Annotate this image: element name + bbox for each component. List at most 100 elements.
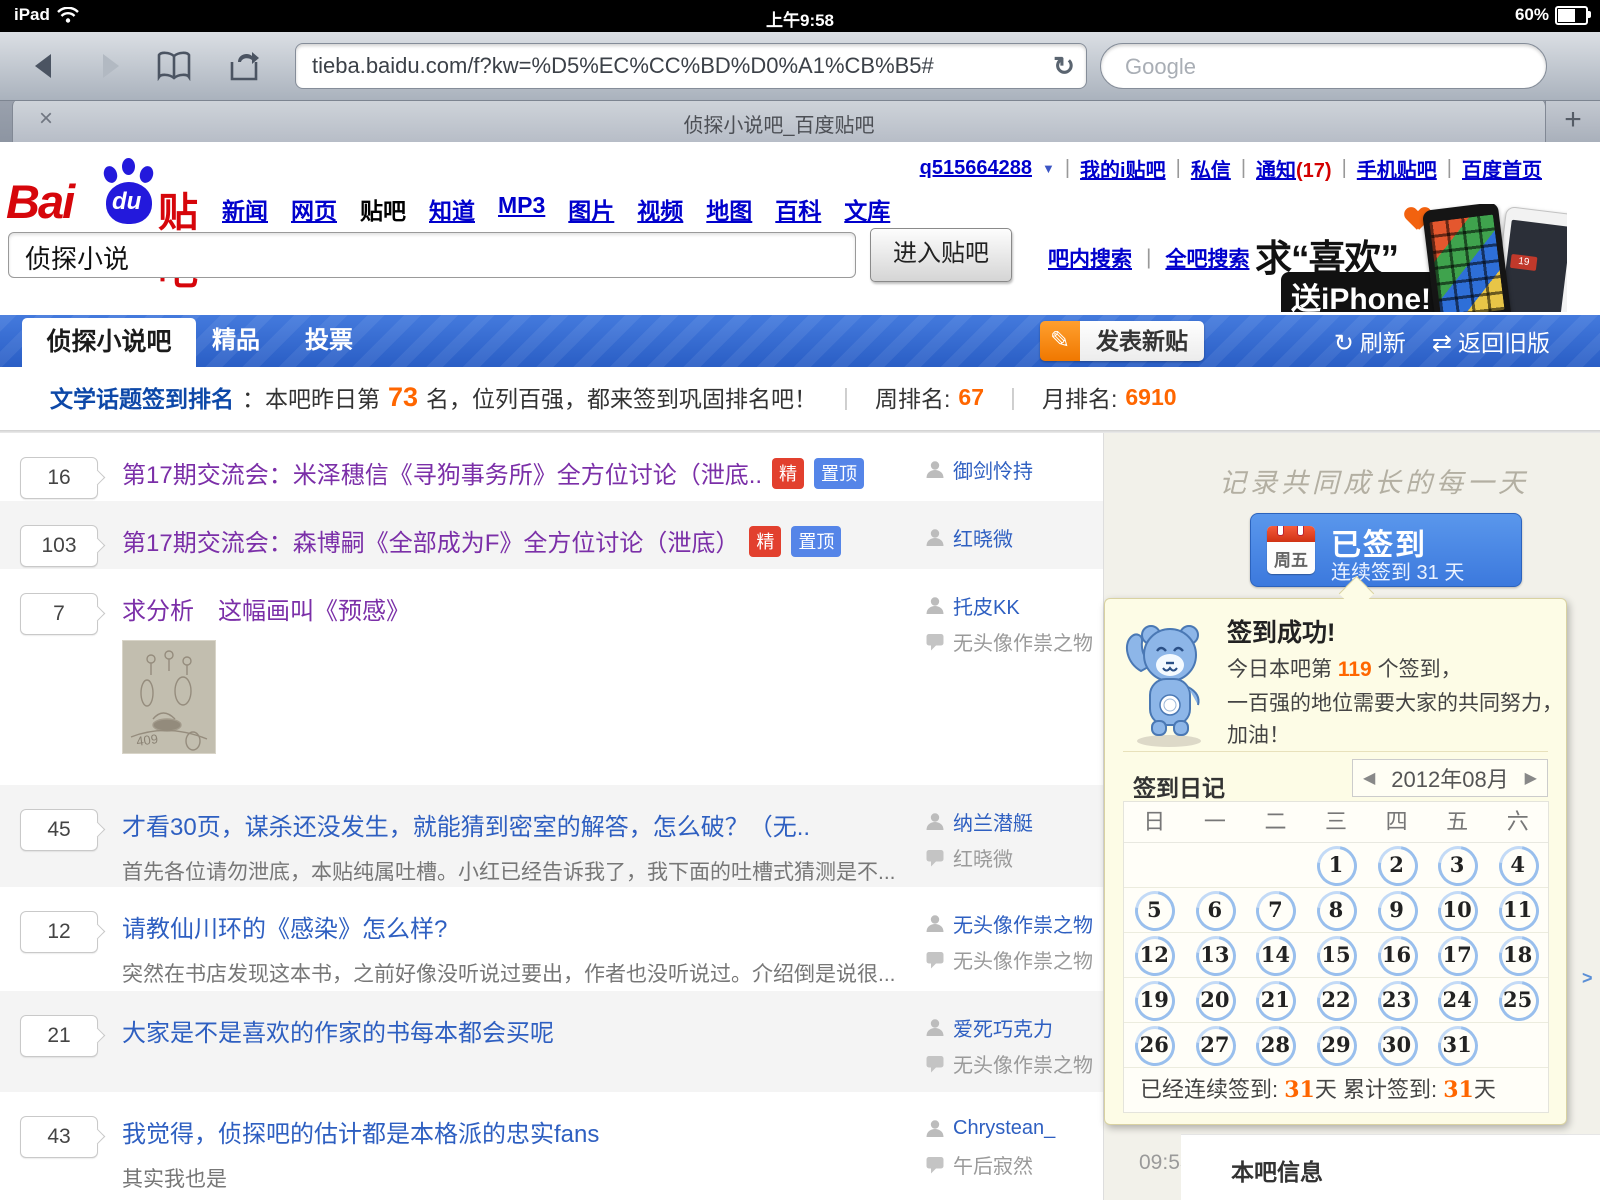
bookmarks-icon[interactable] (152, 46, 196, 86)
messages-link[interactable]: 私信 (1191, 154, 1231, 183)
pencil-icon: ✎ (1040, 321, 1080, 361)
back-button[interactable] (22, 46, 66, 86)
mobile-tieba-link[interactable]: 手机贴吧 (1357, 154, 1437, 183)
thread-author-link[interactable]: 纳兰潜艇 (953, 807, 1033, 836)
thread-author-link[interactable]: 托皮KK (953, 591, 1020, 620)
person-icon (925, 913, 945, 933)
reply-bubble-icon (925, 847, 945, 867)
thread-title-link[interactable]: 求分析 这幅画叫《预感》 (122, 598, 410, 625)
thread-author-link[interactable]: 无头像作祟之物 (953, 909, 1093, 938)
nav-link-3[interactable]: 知道 (429, 192, 475, 226)
calendar-day: 31 (1426, 1018, 1488, 1074)
thread-author-link[interactable]: Chrystean_ (953, 1117, 1055, 1140)
thread-row: 7 求分析 这幅画叫《预感》 409 托皮KK 无头像作祟之物 (0, 569, 1103, 785)
thread-title-link[interactable]: 第17期交流会：森博嗣《全部成为F》全方位讨论（泄底） (122, 530, 739, 557)
bear-mascot (1125, 625, 1201, 747)
next-month-button[interactable]: ▶ (1525, 768, 1537, 788)
signin-slogan: 记录共同成长的每一天 (1219, 468, 1529, 498)
month-rank: 6910 (1125, 383, 1177, 410)
tab-forum-home[interactable]: 侦探小说吧 (22, 318, 196, 367)
reply-count-bubble[interactable]: 45 (20, 809, 106, 851)
prev-month-button[interactable]: ◀ (1363, 768, 1375, 788)
reply-count-bubble[interactable]: 103 (20, 525, 106, 567)
current-month: 2012年08月 (1391, 767, 1509, 792)
username-link[interactable]: q515664288 (920, 157, 1032, 180)
nav-link-9[interactable]: 文库 (844, 192, 890, 226)
search-in-forum-link[interactable]: 吧内搜索 (1048, 243, 1132, 273)
ranking-link[interactable]: 文学话题签到排名 (50, 380, 234, 414)
calendar-day: 5 (1124, 883, 1185, 939)
reply-count: 43 (47, 1125, 71, 1148)
thread-author-link[interactable]: 御剑怜持 (953, 455, 1033, 484)
calendar-empty-cell (1124, 843, 1185, 888)
new-post-button[interactable]: ✎ 发表新贴 (1040, 321, 1204, 361)
tieba-search-box (8, 232, 856, 278)
tab-featured[interactable]: 精品 (212, 315, 260, 367)
nav-link-5[interactable]: 图片 (568, 192, 614, 226)
thread-thumbnail[interactable]: 409 (122, 640, 216, 754)
my-tieba-link[interactable]: 我的i贴吧 (1080, 154, 1166, 183)
weekday-header: 六 (1487, 802, 1549, 843)
share-icon[interactable] (222, 46, 266, 86)
calendar-day: 19 (1124, 973, 1185, 1029)
google-search-input[interactable] (1123, 53, 1507, 81)
tab-title: 侦探小说吧_百度贴吧 (683, 115, 875, 137)
calendar-day: 18 (1487, 928, 1548, 984)
url-bar[interactable]: tieba.baidu.com/f?kw=%D5%EC%CC%BD%D0%A1%… (295, 43, 1087, 89)
battery-icon (1555, 5, 1591, 25)
reply-count-bubble[interactable]: 43 (20, 1116, 106, 1158)
reload-icon[interactable]: ↻ (1042, 51, 1086, 82)
notifications-link[interactable]: 通知 (1256, 160, 1296, 182)
browser-tab[interactable]: × 侦探小说吧_百度贴吧 (12, 100, 1546, 142)
reply-count-bubble[interactable]: 21 (20, 1015, 106, 1057)
week-rank: 67 (958, 383, 985, 410)
nav-link-1[interactable]: 网页 (291, 192, 337, 226)
reply-count-bubble[interactable]: 12 (20, 911, 106, 953)
reply-count-bubble[interactable]: 16 (20, 457, 106, 499)
top-nav: 新闻 网页 贴吧 知道 MP3 图片 视频 地图 百科 文库 (222, 192, 890, 226)
battery-percent: 60% (1514, 5, 1549, 24)
calendar-day: 4 (1487, 838, 1548, 894)
thread-title-link[interactable]: 请教仙川环的《感染》怎么样? (122, 916, 447, 943)
baidu-logo[interactable]: Bai du 贴吧 (6, 152, 216, 293)
signin-calendar: 日一二三四五六 1 2 3 4 5 6 7 8 9 10 11 12 13 14 15 16 17 18 19 20 2… (1123, 801, 1549, 1113)
nav-link-7[interactable]: 地图 (706, 192, 752, 226)
calendar-day: 15 (1305, 928, 1367, 984)
enter-tieba-button[interactable]: 进入贴吧 (870, 228, 1012, 282)
baidu-home-link[interactable]: 百度首页 (1462, 154, 1542, 183)
refresh-button[interactable]: ↻ 刷新 (1334, 324, 1406, 358)
thread-list: 16 第17期交流会：米泽穗信《寻狗事务所》全方位讨论（泄底.. 精置顶 御剑怜持 10… (0, 433, 1103, 1197)
thread-author-link[interactable]: 爱死巧克力 (953, 1013, 1053, 1042)
last-replier: 午后寂然 (953, 1155, 1033, 1178)
calendar-day: 3 (1426, 838, 1488, 894)
ranking-notice: 文学话题签到排名 ：本吧昨日第 73 名，位列百强，都来签到巩固排名吧！ | 周… (50, 380, 1177, 414)
calendar-day: 17 (1426, 928, 1488, 984)
new-tab-button[interactable]: + (1545, 100, 1600, 142)
person-icon (925, 811, 945, 831)
thread-title-link[interactable]: 第17期交流会：米泽穗信《寻狗事务所》全方位讨论（泄底.. (122, 462, 762, 489)
search-all-forums-link[interactable]: 全吧搜索 (1165, 243, 1249, 273)
google-search-field[interactable] (1100, 43, 1547, 89)
tab-vote[interactable]: 投票 (305, 315, 353, 367)
thread-title-link[interactable]: 大家是不是喜欢的作家的书每本都会买呢 (122, 1020, 554, 1047)
nav-link-8[interactable]: 百科 (775, 192, 821, 226)
last-replier: 红晓微 (953, 848, 1013, 871)
thread-author-link[interactable]: 红晓微 (953, 523, 1013, 552)
calendar-day: 20 (1184, 973, 1246, 1029)
black-iphone-image (1421, 204, 1513, 312)
forward-button[interactable] (88, 46, 132, 86)
reply-count-bubble[interactable]: 7 (20, 593, 106, 635)
browser-toolbar: tieba.baidu.com/f?kw=%D5%EC%CC%BD%D0%A1%… (0, 32, 1600, 101)
signed-in-button[interactable]: 周五 已签到 连续签到 31 天 (1250, 513, 1522, 587)
thread-row: 43 我觉得，侦探吧的估计都是本格派的忠实fans 其实我也是 Chrystean_ 午… (0, 1092, 1103, 1197)
nav-link-4[interactable]: MP3 (498, 192, 545, 226)
iphone-ad-banner[interactable]: 求“喜欢” 送iPhone! 19 (1255, 204, 1567, 312)
nav-link-2[interactable]: 贴吧 (360, 192, 406, 226)
thread-title-link[interactable]: 才看30页，谋杀还没发生，就能猜到密室的解答，怎么破？（无.. (122, 814, 810, 841)
nav-link-0[interactable]: 新闻 (222, 192, 268, 226)
chevron-down-icon[interactable]: ▼ (1042, 161, 1055, 176)
nav-link-6[interactable]: 视频 (637, 192, 683, 226)
tieba-search-input[interactable] (23, 241, 827, 274)
thread-title-link[interactable]: 我觉得，侦探吧的估计都是本格派的忠实fans (122, 1121, 599, 1148)
old-version-button[interactable]: ⇄ 返回旧版 (1432, 324, 1550, 358)
